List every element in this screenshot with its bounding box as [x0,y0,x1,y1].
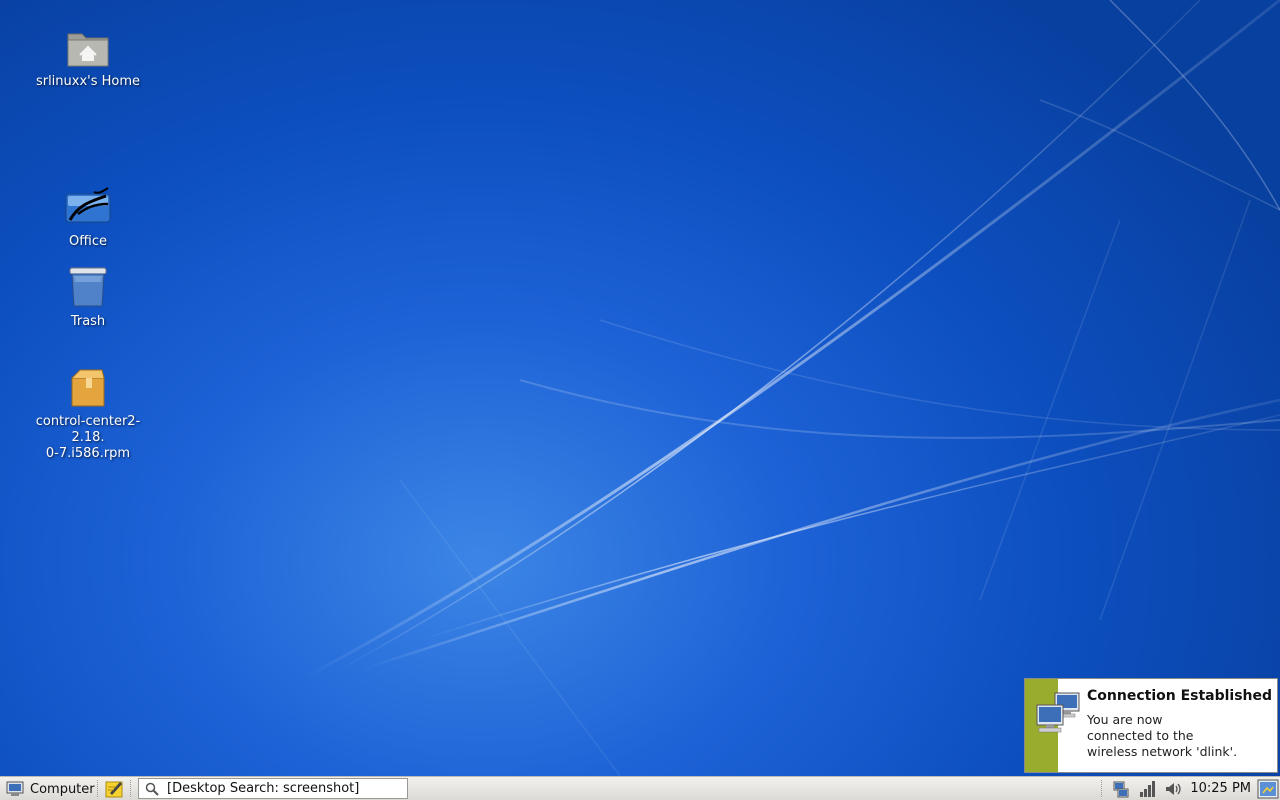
desktop-background[interactable]: srlinuxx's Home Office Trash control-cen… [0,0,1280,776]
notification-body-line: wireless network 'dlink'. [1087,744,1238,759]
home-folder-icon [67,33,109,67]
desktop-icon-label-line1: control-center2-2.18. [35,414,141,445]
search-icon [145,782,159,796]
notification-body-line: You are now [1087,712,1163,727]
desktop-search-box[interactable] [138,778,408,799]
package-icon [71,369,105,407]
signal-strength-icon[interactable] [1137,779,1157,799]
desktop-icon-office[interactable]: Office [18,184,158,250]
notification-bubble[interactable]: Connection Established You are now conne… [1024,678,1278,773]
desktop-icon-label-line2: 0-7.i586.rpm [45,446,131,461]
panel-separator [130,780,133,797]
office-icon [65,187,111,223]
desktop-icon-label: Office [69,234,107,249]
bottom-panel: Computer [Desktop Search: screenshot] 10… [0,776,1280,800]
desktop-icon-label: srlinuxx's Home [35,74,141,89]
notification-body: You are now connected to the wireless ne… [1087,712,1272,760]
desktop-icon-trash[interactable]: Trash [18,264,158,330]
notification-title: Connection Established [1087,688,1273,704]
network-computers-icon [1036,692,1080,733]
notification-body-line: connected to the [1087,728,1194,743]
trash-icon [69,267,107,307]
desktop-icon-home[interactable]: srlinuxx's Home [18,24,158,90]
panel-clock[interactable]: 10:25 PM [1190,781,1251,796]
panel-separator [1101,780,1104,797]
network-manager-icon[interactable] [1111,779,1131,799]
desktop-search-input[interactable] [167,781,397,796]
system-tray: 10:25 PM [1101,777,1280,800]
desktop-icon-package[interactable]: control-center2-2.18. 0-7.i586.rpm [18,364,158,462]
volume-icon[interactable] [1163,779,1183,799]
wallpaper-swoosh [299,0,1280,776]
computer-menu-button[interactable]: Computer [2,778,101,800]
show-desktop-icon[interactable] [1257,778,1279,800]
computer-menu-label: Computer [30,781,95,797]
desktop-icon-label: Trash [70,314,106,329]
sticky-notes-icon[interactable] [104,779,126,799]
computer-icon [6,781,24,796]
panel-separator [97,780,100,797]
